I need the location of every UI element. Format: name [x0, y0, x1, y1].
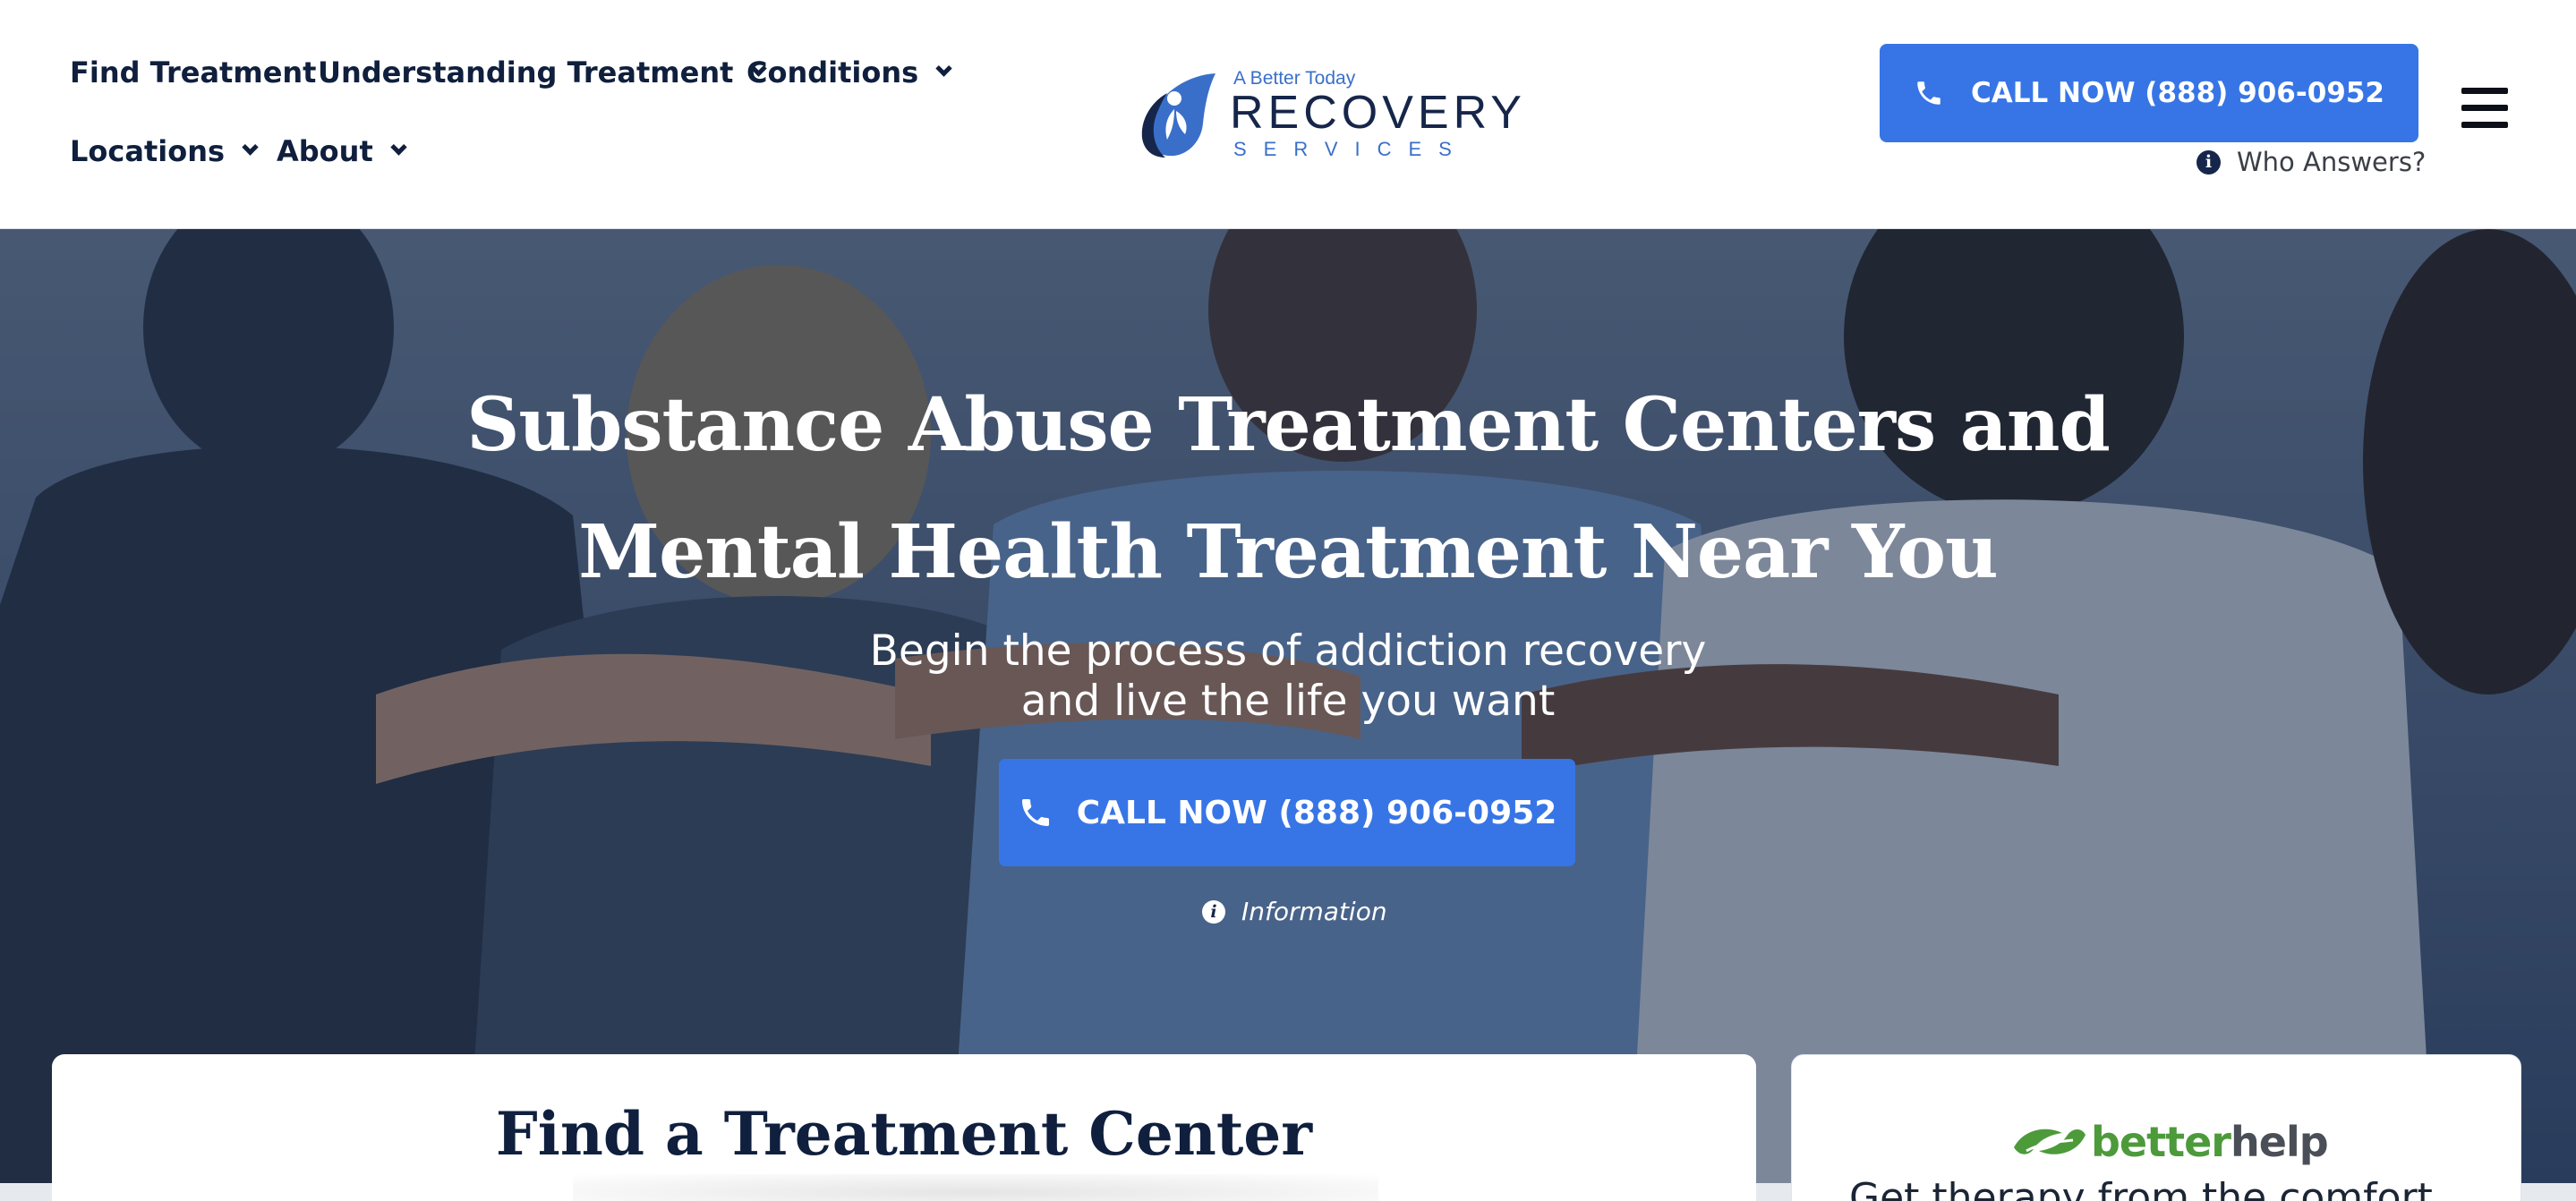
info-icon: i: [2196, 149, 2221, 175]
nav-locations[interactable]: Locations: [70, 134, 259, 168]
nav-find-treatment[interactable]: Find Treatment: [70, 55, 316, 89]
chevron-down-icon: [390, 139, 407, 156]
betterhelp-card[interactable]: better help Get therapy from the comfort: [1791, 1054, 2521, 1201]
nav-about[interactable]: About: [277, 134, 407, 168]
phone-icon: [1021, 799, 1049, 826]
chevron-down-icon: [935, 60, 952, 77]
hero-subtitle-line1: Begin the process of addiction recovery: [869, 626, 1707, 676]
nav-label: Locations: [70, 134, 226, 168]
call-now-label: CALL NOW (888) 906-0952: [1970, 77, 2385, 109]
hero-subtitle-line2: and live the life you want: [1020, 677, 1556, 726]
chevron-down-icon: [242, 139, 259, 156]
site-header: Find Treatment Understanding Treatment C…: [0, 0, 2576, 229]
hero-title: Substance Abuse Treatment Centers and Me…: [466, 382, 2111, 595]
info-icon: i: [1202, 899, 1225, 924]
logo-mark-icon: [1141, 73, 1215, 158]
who-answers-label: Who Answers?: [2237, 147, 2427, 177]
call-now-header-button[interactable]: CALL NOW (888) 906-0952: [1880, 44, 2418, 142]
nav-label: Understanding Treatment: [318, 55, 734, 89]
information-label: Information: [1241, 897, 1387, 926]
betterhelp-logo: better help: [2009, 1118, 2329, 1166]
nav-conditions[interactable]: Conditions: [746, 55, 952, 89]
call-now-label: CALL NOW (888) 906-0952: [1076, 794, 1557, 831]
hamburger-icon[interactable]: [2461, 88, 2508, 129]
card-shadow: [573, 1174, 1378, 1201]
site-logo[interactable]: A Better Today RECOVERY SERVICES: [1130, 64, 1522, 165]
nav-label: Find Treatment: [70, 55, 317, 89]
nav-understanding-treatment[interactable]: Understanding Treatment: [318, 55, 768, 89]
logo-wordmark: RECOVERY: [1230, 87, 1526, 139]
call-now-hero-button[interactable]: CALL NOW (888) 906-0952: [999, 759, 1575, 866]
betterhelp-brand-part2: help: [2231, 1118, 2329, 1166]
betterhelp-brand-part1: better: [2091, 1118, 2231, 1166]
find-treatment-title: Find a Treatment Center: [495, 1099, 1313, 1169]
betterhelp-text: Get therapy from the comfort: [1849, 1175, 2433, 1201]
who-answers-link[interactable]: i Who Answers?: [2196, 147, 2426, 177]
nav-label: Conditions: [746, 55, 919, 89]
information-link[interactable]: i Information: [1202, 897, 1387, 926]
nav-label: About: [277, 134, 373, 168]
logo-subword: SERVICES: [1233, 138, 1469, 160]
phone-icon: [1917, 81, 1941, 105]
hero-subtitle: Begin the process of addiction recovery …: [751, 626, 1825, 727]
leaf-icon: [2014, 1129, 2086, 1154]
